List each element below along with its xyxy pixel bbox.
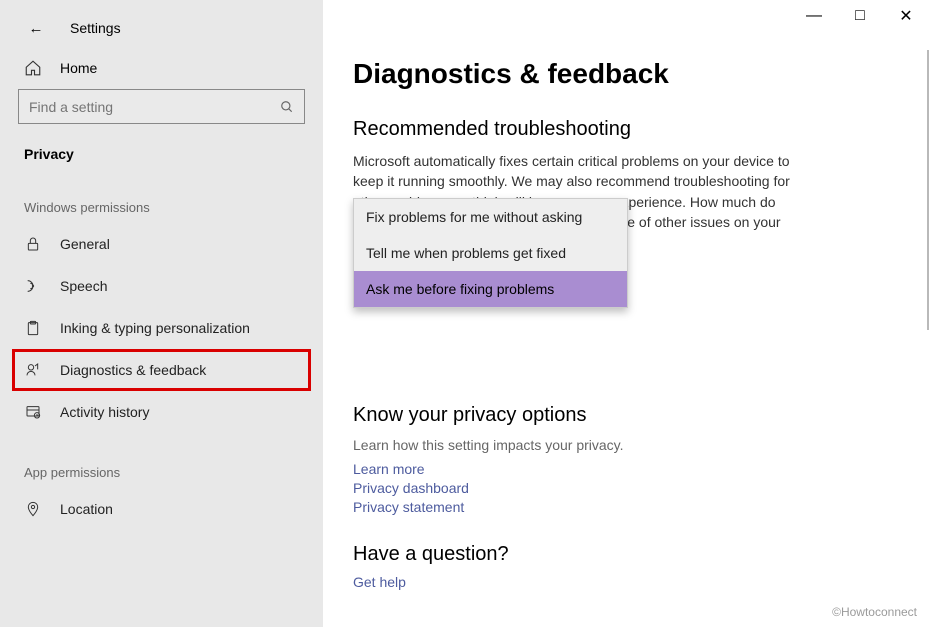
sidebar-item-activity[interactable]: Activity history bbox=[0, 391, 323, 433]
sidebar-item-label: Location bbox=[60, 501, 113, 517]
dropdown-option[interactable]: Fix problems for me without asking bbox=[354, 199, 627, 235]
close-icon: ✕ bbox=[899, 6, 912, 26]
feedback-icon bbox=[24, 361, 42, 379]
link-privacy-dashboard[interactable]: Privacy dashboard bbox=[353, 480, 929, 496]
sidebar-item-label: Activity history bbox=[60, 404, 149, 420]
sidebar-item-label: General bbox=[60, 236, 110, 252]
link-get-help[interactable]: Get help bbox=[353, 574, 929, 590]
sidebar-top-row: ← Settings bbox=[0, 0, 323, 50]
back-button[interactable]: ← bbox=[24, 16, 48, 40]
dropdown-option[interactable]: Tell me when problems get fixed bbox=[354, 235, 627, 271]
section-heading-privacy-options: Know your privacy options bbox=[353, 404, 929, 427]
close-button[interactable]: ✕ bbox=[883, 0, 929, 32]
search-icon bbox=[280, 100, 294, 114]
speech-icon bbox=[24, 277, 42, 295]
minimize-icon: — bbox=[806, 7, 822, 25]
link-privacy-statement[interactable]: Privacy statement bbox=[353, 499, 929, 515]
section-heading-question: Have a question? bbox=[353, 543, 929, 566]
maximize-button[interactable]: □ bbox=[837, 0, 883, 32]
sidebar-subsection-app-permissions: App permissions bbox=[0, 433, 323, 488]
back-icon: ← bbox=[29, 20, 44, 37]
privacy-options-desc: Learn how this setting impacts your priv… bbox=[353, 437, 929, 453]
search-box[interactable] bbox=[18, 89, 305, 124]
sidebar-item-label: Home bbox=[60, 60, 97, 76]
minimize-button[interactable]: — bbox=[791, 0, 837, 32]
sidebar-item-inking[interactable]: Inking & typing personalization bbox=[0, 307, 323, 349]
dropdown-option-label: Tell me when problems get fixed bbox=[366, 245, 566, 261]
sidebar: ← Settings Home Privacy Windows permissi… bbox=[0, 0, 323, 627]
sidebar-item-label: Inking & typing personalization bbox=[60, 320, 250, 336]
sidebar-item-general[interactable]: General bbox=[0, 223, 323, 265]
app-title: Settings bbox=[70, 20, 121, 36]
window-controls: — □ ✕ bbox=[791, 0, 929, 32]
privacy-links: Learn more Privacy dashboard Privacy sta… bbox=[353, 461, 929, 515]
watermark: ©Howtoconnect bbox=[832, 605, 917, 619]
dropdown-option-label: Ask me before fixing problems bbox=[366, 281, 554, 297]
dropdown-option-selected[interactable]: Ask me before fixing problems bbox=[354, 271, 627, 307]
sidebar-item-speech[interactable]: Speech bbox=[0, 265, 323, 307]
maximize-icon: □ bbox=[855, 7, 865, 25]
sidebar-item-label: Speech bbox=[60, 278, 107, 294]
clipboard-icon bbox=[24, 319, 42, 337]
content-pane: — □ ✕ Diagnostics & feedback Recommended… bbox=[323, 0, 929, 627]
sidebar-item-location[interactable]: Location bbox=[0, 488, 323, 530]
section-heading-troubleshooting: Recommended troubleshooting bbox=[353, 118, 929, 141]
location-icon bbox=[24, 500, 42, 518]
sidebar-item-home[interactable]: Home bbox=[0, 50, 323, 89]
link-learn-more[interactable]: Learn more bbox=[353, 461, 929, 477]
dropdown-option-label: Fix problems for me without asking bbox=[366, 209, 582, 225]
troubleshooting-dropdown[interactable]: Fix problems for me without asking Tell … bbox=[353, 198, 628, 308]
home-icon bbox=[24, 59, 42, 77]
sidebar-section-privacy: Privacy bbox=[0, 124, 323, 168]
sidebar-item-label: Diagnostics & feedback bbox=[60, 362, 206, 378]
sidebar-subsection-windows-permissions: Windows permissions bbox=[0, 168, 323, 223]
lock-icon bbox=[24, 235, 42, 253]
sidebar-item-diagnostics[interactable]: Diagnostics & feedback bbox=[12, 349, 311, 391]
search-input[interactable] bbox=[29, 99, 280, 115]
activity-icon bbox=[24, 403, 42, 421]
